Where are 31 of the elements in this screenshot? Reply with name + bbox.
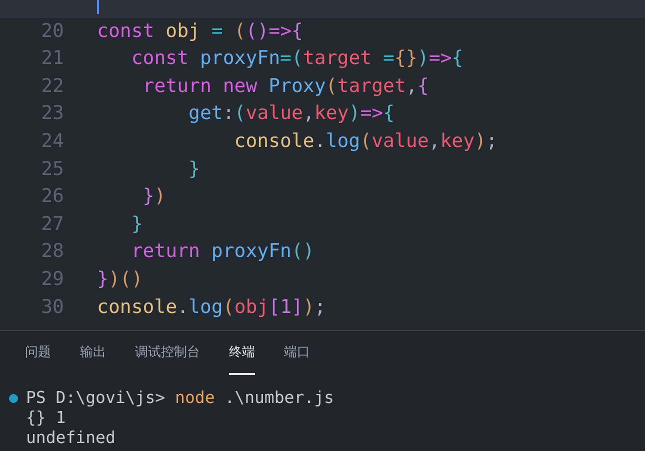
line-number: 29 [40,266,64,292]
panel-tab[interactable]: 问题 [25,331,51,375]
panel-tab[interactable]: 端口 [284,331,310,375]
text-cursor [97,0,99,14]
code-line: }) [142,184,166,210]
line-number: 26 [40,184,64,210]
line-number: 28 [40,239,64,264]
code-line: const obj = (()=>{ [97,18,303,44]
line-number: 25 [40,156,64,182]
code-line: return proxyFn() [130,239,314,264]
line-number: 23 [40,101,64,126]
code-line: return new Proxy(target,{ [142,74,429,99]
line-number: 21 [40,46,64,72]
code-line: const proxyFn=(target ={})=>{ [130,46,464,72]
terminal-output: undefined [26,428,116,448]
line-number: 24 [40,128,64,154]
code-line: get:(value,key)=>{ [188,101,395,126]
code-line: console.log(obj[1]); [97,294,326,320]
line-number: 20 [40,18,64,44]
line-number: 27 [40,212,64,237]
panel-tab[interactable]: 终端 [229,331,255,375]
panel-tab[interactable]: 输出 [80,331,106,375]
panel-tab[interactable]: 调试控制台 [135,331,200,375]
line-number: 22 [40,74,64,99]
code-line: } [188,156,200,182]
code-line: })() [97,266,143,292]
code-line: console.log(value,key); [233,128,498,154]
code-line: } [130,212,143,237]
terminal-output: {} 1 [26,408,66,428]
terminal-line: PS D:\govi\js> node .\number.js [26,388,334,408]
line-number: 30 [40,294,64,320]
